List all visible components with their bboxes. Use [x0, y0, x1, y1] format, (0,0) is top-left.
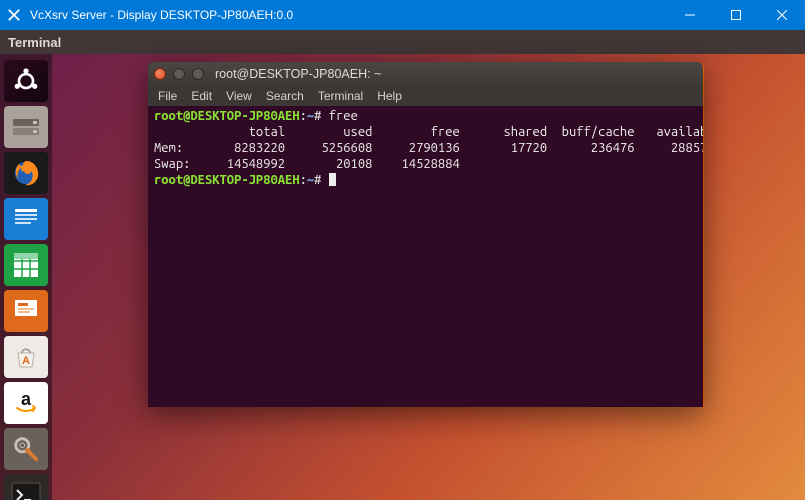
ubuntu-logo-icon: [12, 67, 40, 95]
vcxsrv-icon: [0, 8, 28, 22]
menu-terminal[interactable]: Terminal: [312, 89, 369, 103]
launcher-firefox[interactable]: [4, 152, 48, 194]
minimize-button[interactable]: [667, 0, 713, 30]
menu-view[interactable]: View: [220, 89, 258, 103]
terminal-window: root@DESKTOP-JP80AEH: ~ File Edit View S…: [148, 62, 703, 407]
windows-title: VcXsrv Server - Display DESKTOP-JP80AEH:…: [28, 8, 667, 22]
calc-icon: [12, 251, 40, 279]
windows-close-button[interactable]: [759, 0, 805, 30]
ubuntu-desktop: A a: [0, 54, 805, 500]
files-icon: [11, 114, 41, 140]
window-minimize-button[interactable]: [173, 68, 185, 80]
windows-titlebar: VcXsrv Server - Display DESKTOP-JP80AEH:…: [0, 0, 805, 30]
unity-launcher: A a: [0, 54, 52, 500]
launcher-settings[interactable]: [4, 428, 48, 470]
launcher-files[interactable]: [4, 106, 48, 148]
terminal-icon: [11, 482, 41, 500]
svg-text:a: a: [21, 389, 32, 409]
unity-top-panel: Terminal: [0, 30, 805, 54]
amazon-icon: a: [11, 388, 41, 418]
gear-wrench-icon: [11, 434, 41, 464]
window-maximize-button[interactable]: [192, 68, 204, 80]
menu-file[interactable]: File: [152, 89, 183, 103]
menu-help[interactable]: Help: [371, 89, 408, 103]
impress-icon: [12, 297, 40, 325]
launcher-writer[interactable]: [4, 198, 48, 240]
svg-text:A: A: [22, 355, 30, 367]
menu-search[interactable]: Search: [260, 89, 310, 103]
terminal-titlebar[interactable]: root@DESKTOP-JP80AEH: ~: [148, 62, 703, 86]
terminal-menubar: File Edit View Search Terminal Help: [148, 86, 703, 106]
launcher-software[interactable]: A: [4, 336, 48, 378]
window-close-button[interactable]: [154, 68, 166, 80]
panel-active-app: Terminal: [8, 35, 61, 50]
terminal-title: root@DESKTOP-JP80AEH: ~: [215, 67, 381, 81]
launcher-ubuntu-dash[interactable]: [4, 60, 48, 102]
shopping-bag-icon: A: [12, 343, 40, 371]
firefox-icon: [11, 158, 41, 188]
launcher-amazon[interactable]: a: [4, 382, 48, 424]
terminal-body[interactable]: root@DESKTOP-JP80AEH:~# free total used …: [148, 106, 703, 407]
launcher-impress[interactable]: [4, 290, 48, 332]
launcher-terminal[interactable]: [4, 474, 48, 500]
writer-icon: [12, 205, 40, 233]
maximize-button[interactable]: [713, 0, 759, 30]
launcher-calc[interactable]: [4, 244, 48, 286]
menu-edit[interactable]: Edit: [185, 89, 218, 103]
